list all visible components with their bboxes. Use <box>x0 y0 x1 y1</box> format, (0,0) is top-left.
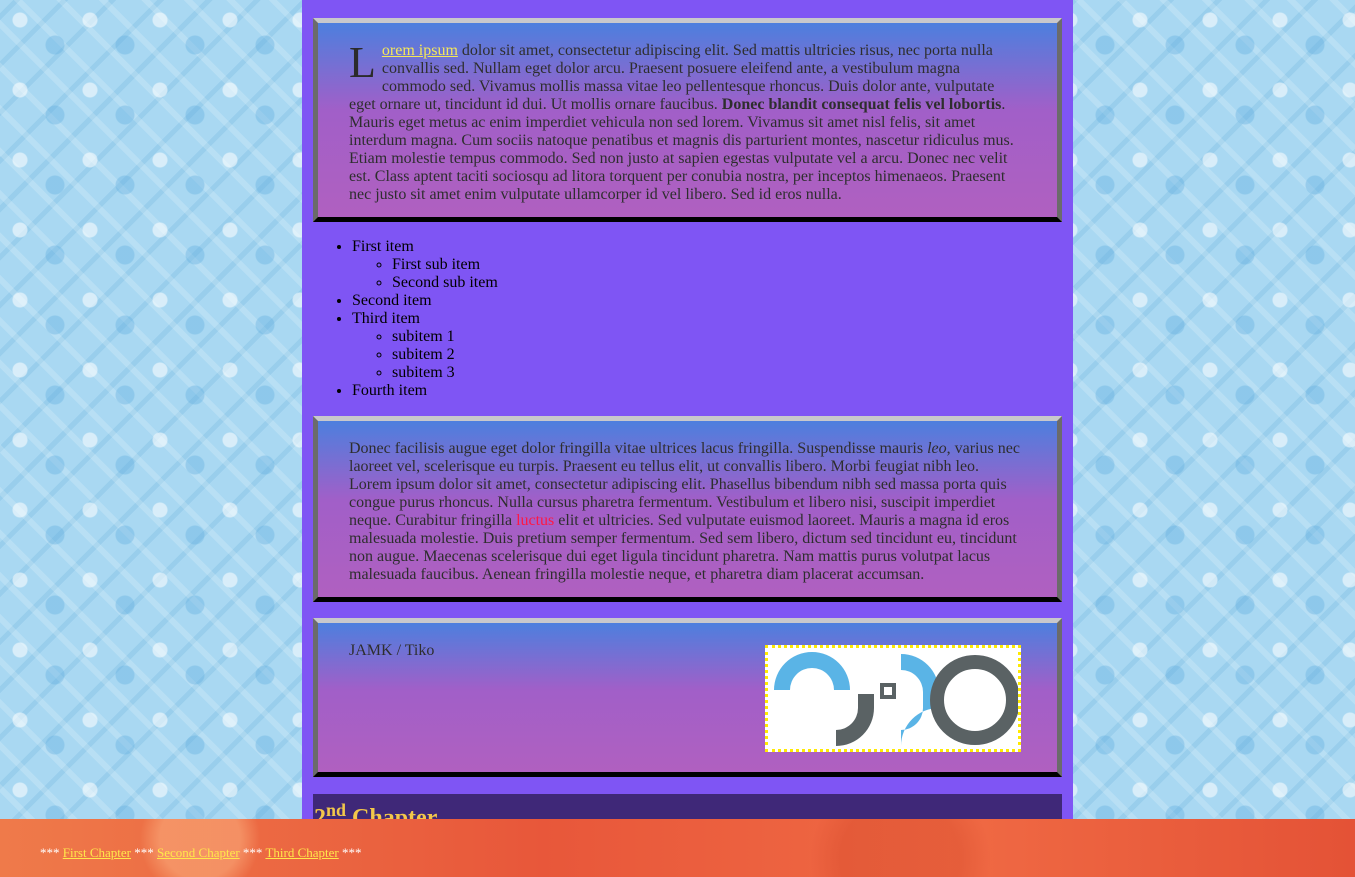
italic-text: leo <box>927 440 947 457</box>
intro-bold-text: Donec blandit consequat felis vel lobort… <box>721 96 1002 113</box>
second-text-box: Donec facilisis augue eget dolor fringil… <box>313 416 1062 602</box>
drop-cap: L <box>349 38 376 87</box>
separator: *** <box>242 845 263 860</box>
sub-list-item: Second sub item <box>392 274 498 292</box>
sub-list-item: subitem 3 <box>392 364 498 382</box>
sub-list: subitem 1 subitem 2 subitem 3 <box>352 328 498 382</box>
second-text: Donec facilisis augue eget dolor fringil… <box>349 440 928 457</box>
page-content: Lorem ipsum dolor sit amet, consectetur … <box>302 0 1073 877</box>
list-item: Fourth item <box>352 382 498 400</box>
list-item: First item First sub item Second sub ite… <box>352 238 498 292</box>
footer-nav-line: *** First Chapter *** Second Chapter ***… <box>40 845 361 861</box>
nav-link-third-chapter[interactable]: Third Chapter <box>265 845 338 860</box>
sub-list-item: subitem 2 <box>392 346 498 364</box>
nav-link-first-chapter[interactable]: First Chapter <box>63 845 131 860</box>
sub-list: First sub item Second sub item <box>352 256 498 292</box>
footer-info-box: JAMK / Tiko <box>313 618 1062 777</box>
organization-text: JAMK / Tiko <box>349 642 435 659</box>
highlighted-word: luctus <box>516 512 555 529</box>
list-item-label: First item <box>352 238 414 255</box>
separator: *** <box>40 845 60 860</box>
footer-nav: *** First Chapter *** Second Chapter ***… <box>0 819 1355 877</box>
tiko-logo-graphic <box>774 652 1020 746</box>
lorem-ipsum-link[interactable]: orem ipsum <box>382 42 458 59</box>
list-item-label: Third item <box>352 310 420 327</box>
tiko-logo-icon <box>765 645 1021 752</box>
chapter-suffix: nd <box>326 800 347 820</box>
separator: *** <box>134 845 154 860</box>
sub-list-item: First sub item <box>392 256 498 274</box>
intro-text-box: Lorem ipsum dolor sit amet, consectetur … <box>313 18 1062 222</box>
list-item: Third item subitem 1 subitem 2 subitem 3 <box>352 310 498 382</box>
separator: *** <box>341 845 362 860</box>
item-list: First item First sub item Second sub ite… <box>313 238 498 400</box>
list-item: Second item <box>352 292 498 310</box>
sub-list-item: subitem 1 <box>392 328 498 346</box>
nav-link-second-chapter[interactable]: Second Chapter <box>157 845 240 860</box>
